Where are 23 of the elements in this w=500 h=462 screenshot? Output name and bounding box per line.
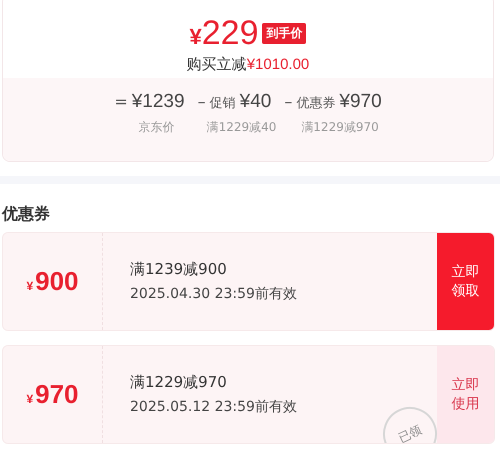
price-note: 满1229减40 bbox=[206, 119, 276, 136]
discount-text: 购买立减¥1010.00 bbox=[186, 55, 310, 74]
claim-button[interactable]: 立即领取 bbox=[437, 233, 494, 330]
price-amount: ¥40 bbox=[240, 91, 272, 113]
operator-sign: – bbox=[284, 92, 292, 111]
coupon-condition: 满1239减900 bbox=[130, 260, 228, 279]
coupon-validity: 2025.05.12 23:59前有效 bbox=[130, 398, 298, 416]
price-amount: ¥1239 bbox=[132, 91, 185, 113]
operator-sign: – bbox=[198, 92, 206, 111]
price-label: 促销 bbox=[210, 95, 236, 112]
operator-sign: = bbox=[114, 92, 128, 111]
coupon-validity: 2025.04.30 23:59前有效 bbox=[130, 285, 298, 303]
section-title: 优惠券 bbox=[2, 204, 51, 225]
price-amount: ¥970 bbox=[339, 91, 382, 113]
coupon-value: ¥900 bbox=[26, 266, 79, 297]
price-note: 京东价 bbox=[137, 119, 174, 136]
price-note: 满1229减970 bbox=[300, 119, 379, 136]
use-button[interactable]: 立即使用 bbox=[437, 346, 494, 443]
final-price-label: 到手价 bbox=[262, 23, 306, 44]
coupon-condition: 满1229减970 bbox=[130, 373, 228, 392]
final-price: ¥229 bbox=[190, 14, 258, 53]
price-label: 优惠券 bbox=[296, 95, 336, 112]
coupon-value: ¥970 bbox=[26, 379, 79, 410]
